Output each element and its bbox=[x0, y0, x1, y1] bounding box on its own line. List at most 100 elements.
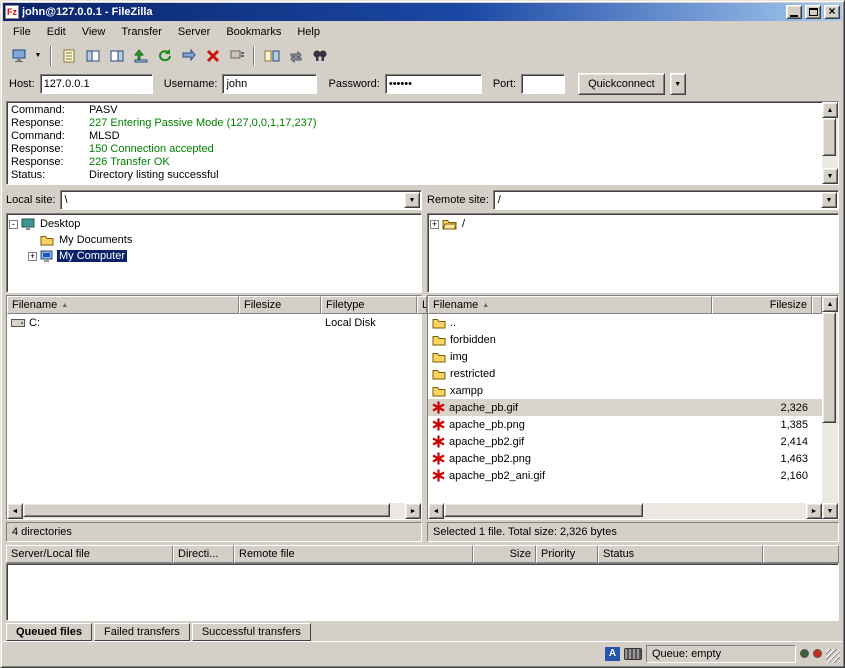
file-name: .. bbox=[450, 317, 456, 329]
port-input[interactable] bbox=[521, 74, 565, 94]
tree-item-my-documents[interactable]: My Documents bbox=[9, 232, 419, 248]
menu-view[interactable]: View bbox=[74, 23, 114, 41]
title-bar[interactable]: Fz john@127.0.0.1 - FileZilla × bbox=[3, 3, 842, 21]
file-row[interactable]: .. bbox=[428, 314, 822, 331]
cancel-operation-button[interactable] bbox=[201, 45, 224, 67]
scroll-down-icon[interactable]: ▼ bbox=[822, 503, 838, 519]
file-row[interactable]: apache_pb.png 1,385 bbox=[428, 416, 822, 433]
file-row[interactable]: apache_pb2.gif 2,414 bbox=[428, 433, 822, 450]
tab-queued-files[interactable]: Queued files bbox=[6, 623, 92, 641]
refresh-icon bbox=[157, 48, 173, 64]
toggle-local-tree-button[interactable] bbox=[81, 45, 104, 67]
remote-vscroll-track[interactable] bbox=[822, 312, 838, 503]
log-line-text: PASV bbox=[89, 104, 118, 117]
column-header-priority[interactable]: Priority bbox=[536, 545, 598, 563]
menu-help[interactable]: Help bbox=[289, 23, 328, 41]
folder-icon bbox=[432, 351, 446, 363]
tree-item-label: / bbox=[460, 218, 467, 230]
file-row[interactable]: apache_pb2_ani.gif 2,160 bbox=[428, 467, 822, 484]
column-header-direction[interactable]: Directi... bbox=[173, 545, 234, 563]
tab-failed-transfers[interactable]: Failed transfers bbox=[94, 623, 190, 641]
disconnect-button[interactable] bbox=[225, 45, 248, 67]
tree-item-my-computer[interactable]: + My Computer bbox=[9, 248, 419, 264]
column-header-filetype[interactable]: Filetype bbox=[321, 296, 417, 314]
menu-server[interactable]: Server bbox=[170, 23, 218, 41]
remote-vertical-scrollbar[interactable]: ▲ ▼ bbox=[822, 296, 838, 519]
menu-transfer[interactable]: Transfer bbox=[113, 23, 170, 41]
quickconnect-button[interactable]: Quickconnect bbox=[578, 73, 665, 95]
remote-horizontal-scrollbar[interactable]: ◄ ► bbox=[428, 503, 822, 519]
site-manager-dropdown-button[interactable]: ▼ bbox=[31, 45, 45, 67]
local-site-dropdown-button[interactable]: ▼ bbox=[404, 192, 420, 208]
tree-item-root[interactable]: + / bbox=[430, 216, 836, 232]
scroll-up-icon[interactable]: ▲ bbox=[822, 296, 838, 312]
queue-body[interactable] bbox=[6, 563, 839, 621]
column-header-server-local-file[interactable]: Server/Local file bbox=[6, 545, 173, 563]
column-label: Filename bbox=[12, 299, 57, 311]
scroll-right-icon[interactable]: ► bbox=[405, 503, 421, 519]
directory-comparison-button[interactable] bbox=[260, 45, 283, 67]
username-input[interactable] bbox=[222, 74, 317, 94]
file-row-c-drive[interactable]: C: Local Disk bbox=[7, 314, 421, 331]
minimize-button[interactable] bbox=[786, 5, 802, 19]
column-header-status[interactable]: Status bbox=[598, 545, 763, 563]
scroll-up-icon[interactable]: ▲ bbox=[822, 102, 838, 118]
menu-file[interactable]: File bbox=[5, 23, 39, 41]
column-header-remote-file[interactable]: Remote file bbox=[234, 545, 473, 563]
column-header-size[interactable]: Size bbox=[473, 545, 536, 563]
local-horizontal-scrollbar[interactable]: ◄ ► bbox=[7, 503, 421, 519]
synchronized-browsing-button[interactable] bbox=[284, 45, 307, 67]
local-hscroll-track[interactable] bbox=[23, 503, 405, 519]
scroll-right-icon[interactable]: ► bbox=[806, 503, 822, 519]
remote-vscroll-thumb[interactable] bbox=[822, 312, 836, 423]
log-scroll-track[interactable] bbox=[822, 118, 838, 168]
find-files-button[interactable] bbox=[308, 45, 331, 67]
file-row[interactable]: forbidden bbox=[428, 331, 822, 348]
queue-header: Server/Local file Directi... Remote file… bbox=[6, 545, 839, 563]
log-scroll-thumb[interactable] bbox=[822, 118, 836, 156]
scroll-left-icon[interactable]: ◄ bbox=[7, 503, 23, 519]
remote-site-dropdown-button[interactable]: ▼ bbox=[821, 192, 837, 208]
file-row[interactable]: apache_pb2.png 1,463 bbox=[428, 450, 822, 467]
menu-edit[interactable]: Edit bbox=[39, 23, 74, 41]
collapse-icon[interactable]: - bbox=[9, 220, 18, 229]
scroll-down-icon[interactable]: ▼ bbox=[822, 168, 838, 184]
remote-hscroll-thumb[interactable] bbox=[444, 503, 643, 517]
column-header-filename[interactable]: Filename▲ bbox=[7, 296, 239, 314]
toggle-remote-tree-button[interactable] bbox=[105, 45, 128, 67]
close-button[interactable]: × bbox=[824, 5, 840, 19]
drive-icon bbox=[11, 317, 25, 328]
log-vertical-scrollbar[interactable]: ▲ ▼ bbox=[822, 102, 838, 184]
column-header-filesize[interactable]: Filesize bbox=[239, 296, 321, 314]
column-header-filename[interactable]: Filename▲ bbox=[428, 296, 712, 314]
expand-icon[interactable]: + bbox=[430, 220, 439, 229]
maximize-button[interactable] bbox=[805, 5, 821, 19]
process-queue-button[interactable] bbox=[177, 45, 200, 67]
local-hscroll-thumb[interactable] bbox=[23, 503, 390, 517]
remote-site-combobox[interactable]: / ▼ bbox=[493, 190, 839, 210]
remote-hscroll-track[interactable] bbox=[444, 503, 806, 519]
directory-comparison-icon bbox=[264, 48, 280, 64]
host-input[interactable] bbox=[40, 74, 153, 94]
toggle-message-log-button[interactable] bbox=[57, 45, 80, 67]
file-row[interactable]: img bbox=[428, 348, 822, 365]
tree-item-desktop[interactable]: - Desktop bbox=[9, 216, 419, 232]
expand-icon[interactable]: + bbox=[28, 252, 37, 261]
column-header-filesize[interactable]: Filesize bbox=[712, 296, 812, 314]
refresh-button[interactable] bbox=[153, 45, 176, 67]
toolbar-separator bbox=[50, 46, 52, 66]
password-input[interactable] bbox=[385, 74, 482, 94]
site-manager-button[interactable] bbox=[7, 45, 30, 67]
tab-successful-transfers[interactable]: Successful transfers bbox=[192, 623, 311, 641]
log-line-label: Status: bbox=[11, 169, 89, 182]
local-site-combobox[interactable]: \ ▼ bbox=[60, 190, 422, 210]
file-row[interactable]: xampp bbox=[428, 382, 822, 399]
file-type: Local Disk bbox=[321, 317, 417, 329]
file-row[interactable]: restricted bbox=[428, 365, 822, 382]
toggle-transfer-queue-button[interactable] bbox=[129, 45, 152, 67]
scroll-left-icon[interactable]: ◄ bbox=[428, 503, 444, 519]
resize-grip[interactable] bbox=[826, 649, 840, 663]
menu-bookmarks[interactable]: Bookmarks bbox=[218, 23, 289, 41]
file-row-selected[interactable]: apache_pb.gif 2,326 bbox=[428, 399, 822, 416]
quickconnect-dropdown-button[interactable]: ▼ bbox=[670, 73, 686, 95]
